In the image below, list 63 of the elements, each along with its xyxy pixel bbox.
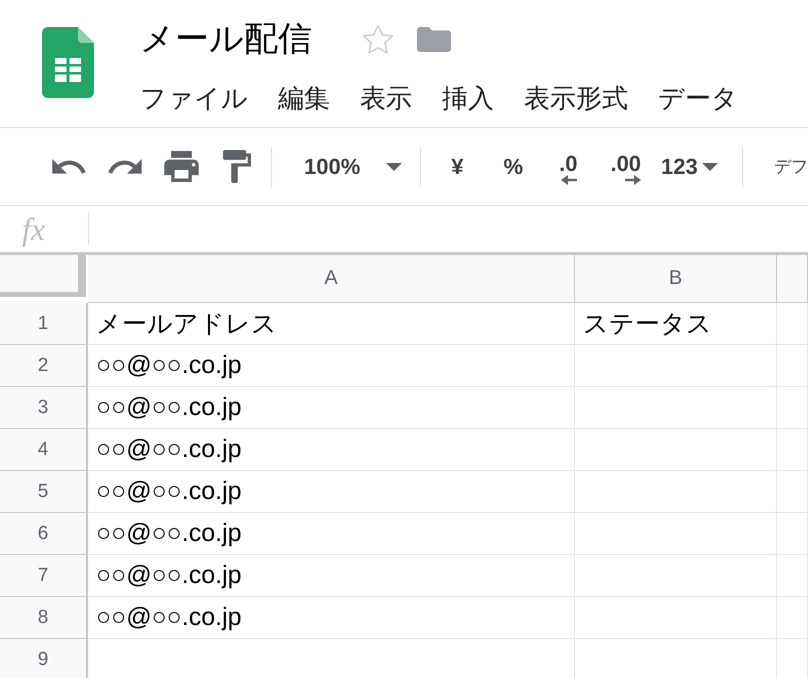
menu-item[interactable]: データ [658,82,738,114]
table-cell[interactable]: ○○@○○.co.jp [88,387,575,429]
caret-icon [386,162,402,170]
row-header[interactable]: 8 [0,597,88,639]
zoom-dropdown[interactable]: 100% [286,146,410,186]
redo-icon [108,159,142,174]
row-header[interactable]: 7 [0,555,88,597]
table-cell[interactable] [575,597,777,639]
table-cell[interactable]: ○○@○○.co.jp [88,555,575,597]
table-cell[interactable] [777,429,808,471]
table-cell[interactable]: ○○@○○.co.jp [88,471,575,513]
table-cell[interactable] [575,513,777,555]
table-cell[interactable]: ステータス [575,303,777,345]
menu-item[interactable]: 挿入 [442,82,494,114]
table-cell[interactable] [575,345,777,387]
column-header[interactable]: A [88,255,575,303]
menu-item[interactable]: 表示 [360,82,412,114]
table-cell[interactable] [575,471,777,513]
table-cell[interactable] [777,555,808,597]
table-cell[interactable] [777,303,808,345]
row-header[interactable]: 1 [0,303,88,345]
table-cell[interactable] [777,387,808,429]
row-header[interactable]: 3 [0,387,88,429]
increase-decimal-button[interactable]: .00 [602,144,650,188]
row-header[interactable]: 2 [0,345,88,387]
paint-roller-icon [223,150,251,183]
folder-icon[interactable] [417,26,451,52]
table-cell[interactable]: ○○@○○.co.jp [88,345,575,387]
table-cell[interactable]: メールアドレス [88,303,575,345]
table-cell[interactable] [575,429,777,471]
table-cell[interactable]: ○○@○○.co.jp [88,429,575,471]
number-format-dropdown[interactable]: 123 [657,146,722,186]
column-header[interactable] [777,255,808,303]
table-cell[interactable] [777,513,808,555]
table-cell[interactable] [575,555,777,597]
column-header[interactable]: B [575,255,777,303]
menu-item[interactable]: 表示形式 [524,82,628,114]
percent-format-button[interactable]: % [496,146,532,186]
table-cell[interactable]: ○○@○○.co.jp [88,513,575,555]
table-cell[interactable] [777,597,808,639]
row-header[interactable]: 6 [0,513,88,555]
caret-icon [702,162,718,170]
table-cell[interactable]: ○○@○○.co.jp [88,597,575,639]
table-cell[interactable] [777,345,808,387]
table-cell[interactable] [575,387,777,429]
document-title[interactable]: メール配信 [140,19,312,59]
menu-item[interactable]: ファイル [140,82,248,114]
formula-label: fx [22,211,46,247]
spreadsheet-logo-icon[interactable] [42,27,94,98]
currency-format-button[interactable]: ¥ [443,146,472,186]
star-icon[interactable] [362,24,394,54]
printer-icon [164,151,198,182]
font-dropdown[interactable]: デフ [774,146,808,186]
row-header[interactable]: 5 [0,471,88,513]
decrease-decimal-button[interactable]: .0 [551,144,586,188]
row-header[interactable]: 9 [0,639,88,678]
select-all-corner[interactable] [0,255,86,297]
arrow-right-icon [625,174,642,184]
undo-icon [52,159,86,174]
row-header[interactable]: 4 [0,429,88,471]
arrow-left-icon [561,174,578,184]
menu-item[interactable]: 編集 [278,82,330,114]
table-cell[interactable] [777,471,808,513]
